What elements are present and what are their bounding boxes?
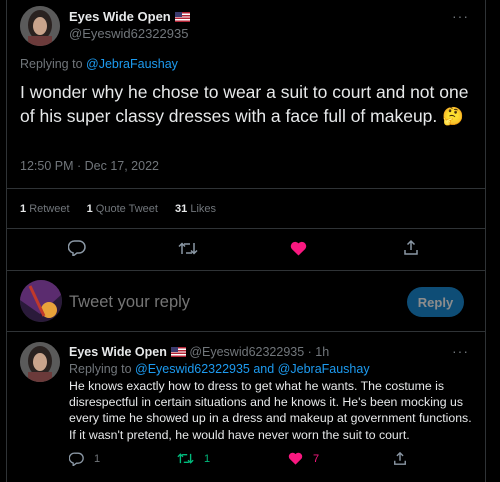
retweet-icon[interactable] (178, 241, 198, 256)
reply-icon[interactable] (68, 240, 86, 256)
like-action[interactable]: 7 (288, 452, 319, 465)
replying-to: Replying to @JebraFaushay (20, 57, 178, 71)
reply-header: Eyes Wide Open @Eyeswid62322935 · 1h (69, 345, 329, 359)
share-icon[interactable] (393, 451, 407, 466)
retweet-icon (177, 453, 194, 464)
like-icon (288, 452, 303, 465)
reply-author-avatar[interactable] (20, 342, 60, 382)
author-name[interactable]: Eyes Wide Open (69, 9, 171, 24)
tweet-timestamp[interactable]: 12:50 PM · Dec 17, 2022 (20, 159, 159, 173)
reply-time[interactable]: · 1h (308, 345, 330, 359)
divider (7, 228, 485, 229)
retweet-action[interactable]: 1 (177, 452, 210, 465)
replying-to-link[interactable]: @JebraFaushay (86, 57, 178, 71)
likes-stat[interactable]: 31 Likes (175, 203, 216, 215)
reply-text: He knows exactly how to dress to get wha… (69, 379, 472, 442)
reply-replying-to: Replying to @Eyeswid62322935 and @JebraF… (69, 362, 370, 376)
my-avatar[interactable] (20, 280, 62, 322)
like-icon[interactable] (290, 241, 307, 256)
reply-count: 1 (94, 453, 101, 465)
reply-input[interactable] (69, 290, 389, 314)
tweet-text: I wonder why he chose to wear a suit to … (20, 82, 469, 126)
reply-replying-to-link[interactable]: @Eyeswid62322935 and @JebraFaushay (135, 362, 370, 376)
reply-action[interactable]: 1 (69, 452, 100, 466)
us-flag-icon (170, 347, 186, 357)
share-icon[interactable] (403, 239, 419, 256)
replying-prefix: Replying to (20, 57, 83, 71)
divider (7, 188, 485, 189)
reply-icon (69, 452, 84, 466)
divider (7, 331, 485, 332)
quotes-stat[interactable]: 1 Quote Tweet (87, 203, 158, 215)
tweet-stats: 1 Retweet 1 Quote Tweet 31 Likes (20, 203, 216, 215)
reply-author-name[interactable]: Eyes Wide Open (69, 345, 167, 359)
reply-button[interactable]: Reply (407, 287, 464, 317)
divider (7, 270, 485, 271)
more-icon[interactable]: ··· (452, 343, 469, 359)
us-flag-icon (174, 12, 190, 22)
author-handle[interactable]: @Eyeswid62322935 (69, 26, 188, 41)
author-avatar[interactable] (20, 6, 60, 46)
tweet-thread: Eyes Wide Open @Eyeswid62322935 ··· Repl… (6, 0, 486, 482)
retweets-stat[interactable]: 1 Retweet (20, 203, 70, 215)
like-count: 7 (313, 452, 320, 465)
more-icon[interactable]: ··· (452, 8, 469, 24)
author-name-row[interactable]: Eyes Wide Open (69, 8, 190, 26)
reply-author-handle[interactable]: @Eyeswid62322935 (189, 345, 304, 359)
retweet-count: 1 (204, 452, 211, 465)
